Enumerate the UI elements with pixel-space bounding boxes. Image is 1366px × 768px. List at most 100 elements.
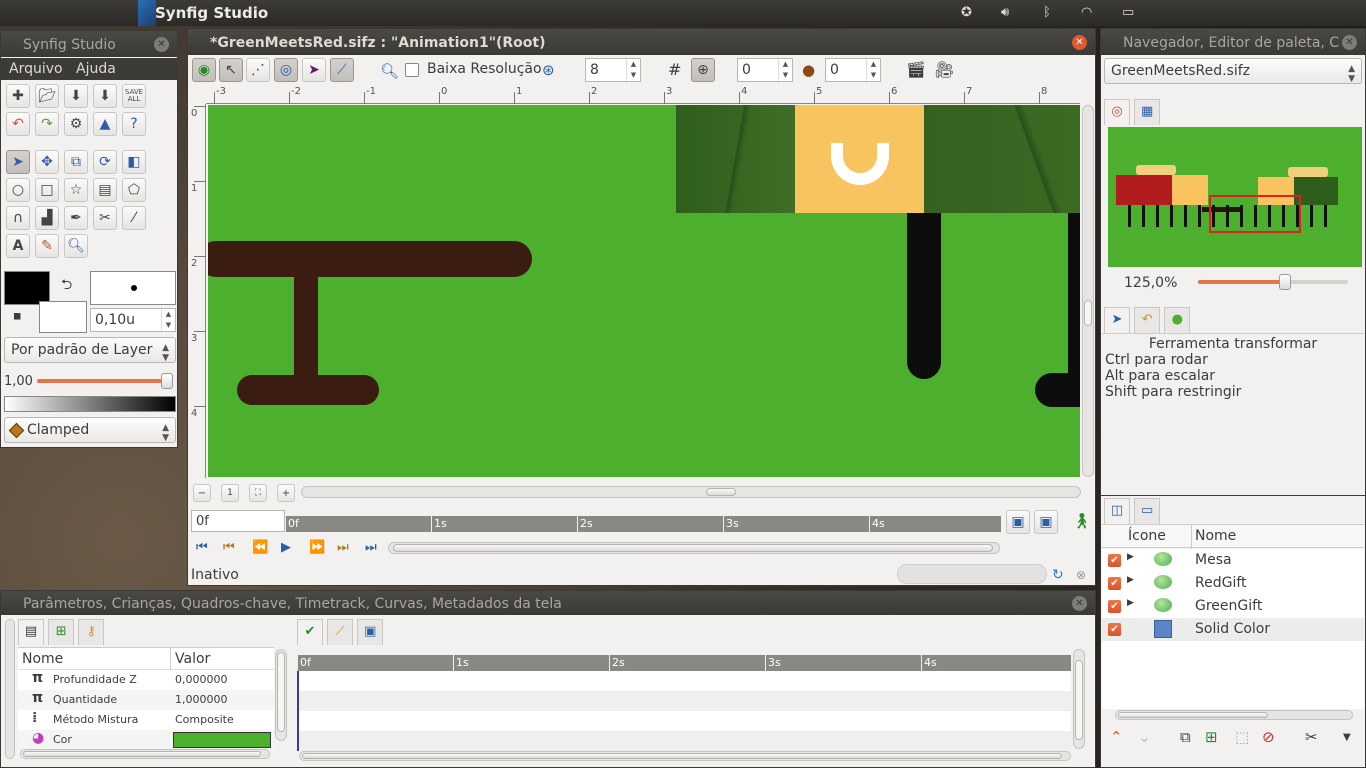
tab-timetrack[interactable]: ✔ [297, 619, 323, 645]
param-value[interactable]: 1,000000 [175, 693, 228, 706]
width-handles-icon[interactable]: ➤ [302, 58, 326, 82]
mirror-tool-icon[interactable]: ◧ [122, 150, 146, 174]
canvas-hscroll[interactable] [301, 486, 1081, 498]
volume-icon[interactable]: 🔊︎ [1001, 5, 1009, 20]
circle-tool-icon[interactable]: ○ [6, 178, 30, 202]
text-tool-icon[interactable]: A [6, 234, 30, 258]
scale-tool-icon[interactable]: ⧉ [64, 150, 88, 174]
close-icon[interactable]: ✕ [1072, 35, 1087, 50]
swap-colors-icon[interactable]: ⮌ [61, 274, 72, 298]
help-icon[interactable]: ? [122, 112, 146, 136]
timetrack-vscroll[interactable] [1073, 649, 1085, 749]
accessibility-icon[interactable]: ✪ [961, 5, 972, 20]
tab-tool-options[interactable]: ➤ [1104, 307, 1130, 333]
smooth-move-tool-icon[interactable]: ✥ [35, 150, 59, 174]
open-file-icon[interactable]: 📂︎ [35, 84, 59, 108]
raise-layer-icon[interactable]: ⌃ [1110, 728, 1123, 746]
reset-colors-icon[interactable]: ◼ [13, 311, 21, 322]
color-value-swatch[interactable] [173, 732, 271, 748]
tab-layers[interactable]: ◫ [1104, 498, 1130, 524]
outline-color-swatch[interactable] [4, 271, 50, 305]
zoom-tool-icon[interactable]: 🔍︎ [64, 234, 88, 258]
save-as-icon[interactable]: ⬇ [93, 84, 117, 108]
layer-visibility-checkbox[interactable]: ✔ [1108, 600, 1121, 613]
render-icon[interactable]: ▲ [93, 112, 117, 136]
zoom-fit-icon[interactable]: ⛶ [249, 484, 267, 502]
scroll-thumb[interactable] [706, 488, 736, 496]
fill-tool-icon[interactable]: ▟ [35, 206, 59, 230]
show-grid-handles-icon[interactable]: ◉ [192, 58, 216, 82]
opacity-slider[interactable] [37, 373, 173, 389]
blend-method-combo[interactable]: Por padrão de Layer ▲ ▼ [4, 337, 176, 363]
slider-handle-icon[interactable] [161, 373, 173, 389]
new-file-icon[interactable]: ✚ [6, 84, 30, 108]
prev-keyframe-icon[interactable]: ⏮ [223, 540, 235, 555]
param-row[interactable]: ◕ Cor [18, 730, 274, 750]
tab-palette[interactable]: ▦ [1134, 99, 1161, 125]
layer-visibility-checkbox[interactable]: ✔ [1108, 623, 1121, 636]
group-icon[interactable]: ⬚ [1235, 728, 1249, 746]
zoom-100-icon[interactable]: 1 [221, 484, 239, 502]
save-icon[interactable]: ⬇ [64, 84, 88, 108]
rotate-tool-icon[interactable]: ⟳ [93, 150, 117, 174]
layer-row[interactable]: ✔ ▶ GreenGift [1102, 595, 1364, 618]
stop-icon[interactable]: ⊗ [1076, 568, 1086, 582]
menu-arquivo[interactable]: Arquivo [9, 61, 63, 77]
play-icon[interactable]: ▶ [281, 540, 291, 555]
delete-layer-icon[interactable]: ⊘ [1262, 728, 1275, 746]
duplicate-layer-icon[interactable]: ⧉ [1180, 728, 1191, 746]
cutout-tool-icon[interactable]: ✂ [93, 206, 117, 230]
layer-visibility-checkbox[interactable]: ✔ [1108, 577, 1121, 590]
tab-params[interactable]: ▤ [18, 619, 44, 645]
close-icon[interactable]: ✕ [1342, 35, 1357, 50]
lower-layer-icon[interactable]: ⌄ [1138, 728, 1151, 746]
viewport-rectangle[interactable] [1209, 195, 1301, 233]
tab-navigator[interactable]: ◎ [1104, 99, 1130, 125]
more-menu-icon[interactable]: ▼ [1343, 732, 1351, 743]
scroll-thumb[interactable] [1118, 712, 1268, 718]
gradient-preview[interactable] [4, 396, 176, 412]
encapsulate-icon[interactable]: ⊞ [1205, 728, 1218, 746]
future-keyframes-field[interactable]: 0 ▲ ▼ [825, 58, 881, 82]
tab-library[interactable]: ● [1164, 307, 1191, 333]
position-handles-icon[interactable]: ↖ [219, 58, 243, 82]
tab-metadata[interactable]: ▣ [357, 619, 384, 645]
timetrack-ruler[interactable]: 0f 1s 2s 3s 4s [297, 655, 1071, 671]
zoom-slider[interactable] [1198, 274, 1348, 290]
expand-arrow-icon[interactable]: ▶ [1127, 598, 1134, 608]
gradient-tool-icon[interactable]: ▤ [93, 178, 117, 202]
timetrack-hscroll[interactable] [299, 751, 1071, 761]
spin-arrows-icon[interactable]: ▲ ▼ [161, 309, 175, 331]
past-keyframes-field[interactable]: 0 ▲ ▼ [737, 58, 793, 82]
redo-icon[interactable]: ↷ [35, 112, 59, 136]
toggle-render-icon[interactable]: ⊛ [542, 61, 555, 79]
seek-end-icon[interactable]: ⏭ [365, 540, 377, 555]
param-row[interactable]: π Quantidade 1,000000 [18, 690, 274, 710]
file-combo[interactable]: GreenMeetsRed.sifz ▲ ▼ [1104, 58, 1362, 84]
tab-children[interactable]: ⊞ [48, 619, 75, 645]
tab-history[interactable]: ↶ [1134, 307, 1161, 333]
close-icon[interactable]: ✕ [154, 37, 169, 52]
eyedropper-tool-icon[interactable]: ⁄ [122, 206, 146, 230]
wifi-icon[interactable]: ◠ [1081, 5, 1092, 20]
refresh-icon[interactable]: ↻ [1052, 567, 1064, 583]
time-slider[interactable]: 0f 1s 2s 3s 4s [285, 516, 1001, 532]
prev-frame-icon[interactable]: ⏪ [252, 540, 268, 555]
layer-visibility-checkbox[interactable]: ✔ [1108, 554, 1121, 567]
next-frame-icon[interactable]: ⏩ [309, 540, 325, 555]
canvas-area[interactable] [208, 105, 1080, 477]
layers-hscroll[interactable] [1115, 710, 1353, 720]
tab-curves[interactable]: ⟋ [327, 619, 354, 645]
spin-arrows-icon[interactable]: ▲ ▼ [778, 59, 792, 81]
snap-grid-icon[interactable]: ⊕ [691, 58, 715, 82]
header-value[interactable]: Valor [175, 651, 210, 667]
zoom-in-icon[interactable]: + [277, 484, 295, 502]
angle-handles-icon[interactable]: ⟋ [330, 58, 354, 82]
star-tool-icon[interactable]: ☆ [64, 178, 88, 202]
settings-icon[interactable]: ⚙ [64, 112, 88, 136]
scroll-thumb[interactable] [1075, 660, 1083, 740]
scroll-thumb[interactable] [23, 751, 261, 757]
tab-keyframes[interactable]: ⚷ [78, 619, 105, 645]
param-value[interactable]: 0,000000 [175, 673, 228, 686]
save-all-button[interactable]: SAVE ALL [122, 84, 146, 108]
